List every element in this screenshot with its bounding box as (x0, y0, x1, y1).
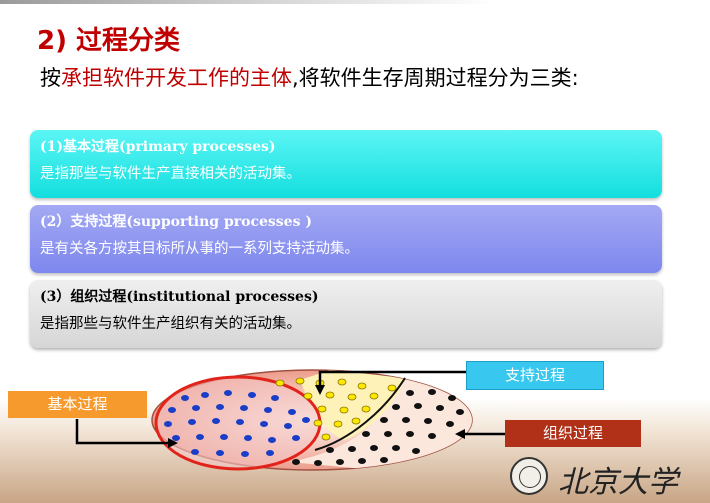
university-logo: 北京大学 (510, 455, 705, 500)
institutional-process-label: 组织过程 (505, 420, 641, 447)
university-name: 北京大学 (558, 465, 678, 500)
primary-process-label: 基本过程 (8, 391, 147, 418)
university-seal-icon (510, 457, 548, 495)
supporting-process-label: 支持过程 (466, 361, 604, 390)
